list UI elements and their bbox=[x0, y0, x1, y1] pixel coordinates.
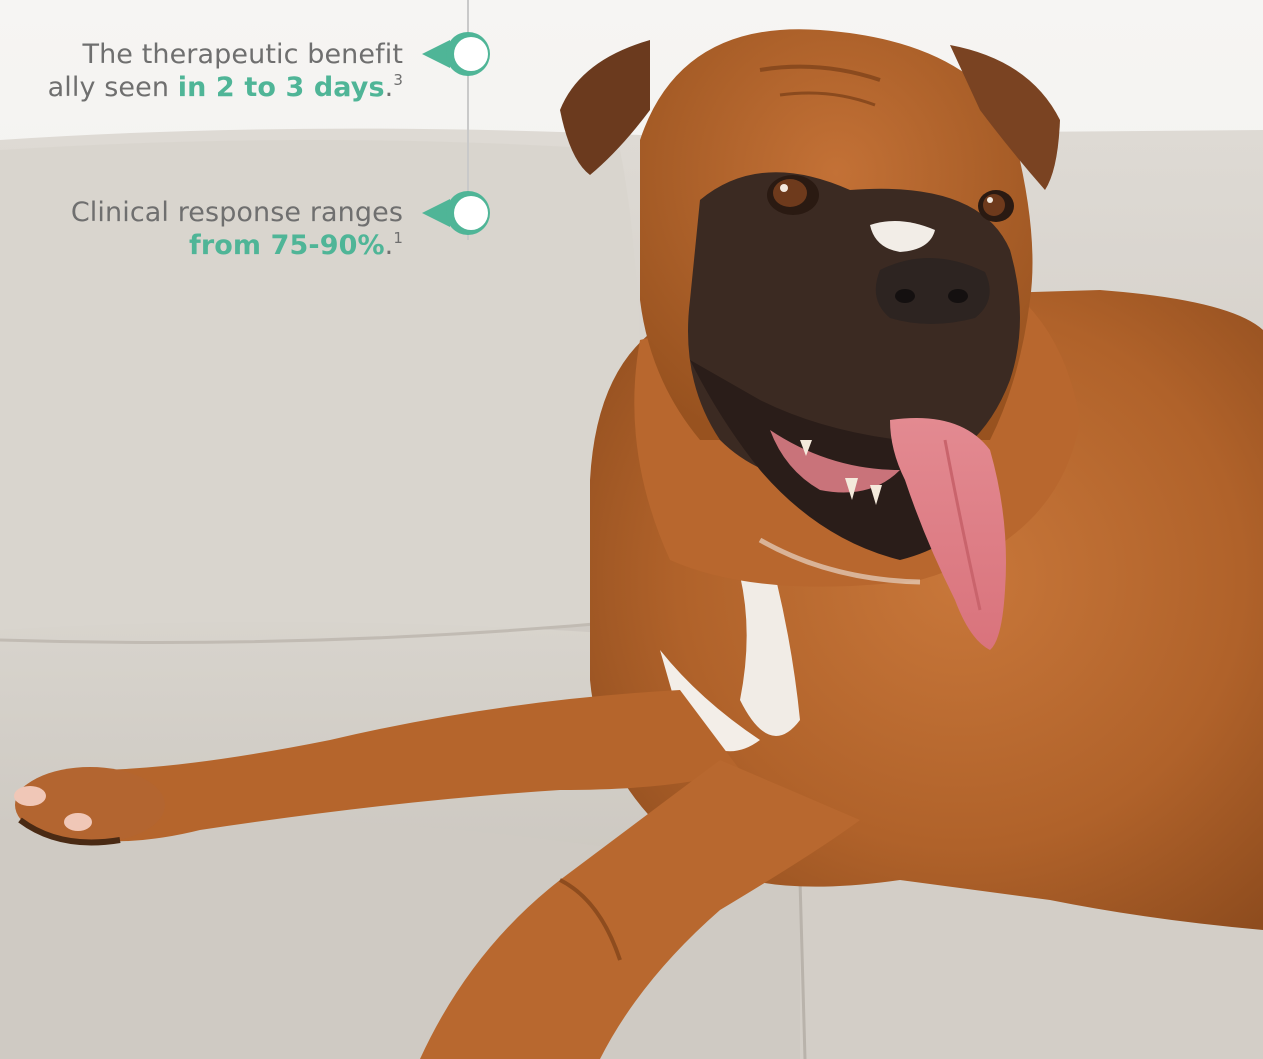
callout-clinical-response: Clinical response ranges from 75-90%.1 bbox=[71, 196, 403, 262]
timeline-connector bbox=[422, 0, 490, 240]
callout-highlight: from 75-90% bbox=[189, 230, 385, 261]
timeline-marker-icon bbox=[422, 191, 490, 235]
callout-line-1: The therapeutic benefit bbox=[82, 39, 403, 70]
boxer-dog-on-sofa-photo bbox=[0, 0, 1263, 1059]
callout-line-1: Clinical response ranges bbox=[70, 197, 403, 228]
callout-highlight: in 2 to 3 days bbox=[177, 72, 385, 103]
callout-line-2: from 75-90%.1 bbox=[71, 229, 403, 262]
callout-line-2-prefix: ally seen bbox=[47, 72, 178, 103]
callout-reference: 3 bbox=[393, 71, 403, 89]
callout-reference: 1 bbox=[393, 229, 403, 247]
callout-therapeutic-benefit: The therapeutic benefit ally seen in 2 t… bbox=[48, 38, 403, 104]
callout-line-2: ally seen in 2 to 3 days.3 bbox=[48, 71, 403, 104]
timeline-marker-icon bbox=[422, 32, 490, 76]
